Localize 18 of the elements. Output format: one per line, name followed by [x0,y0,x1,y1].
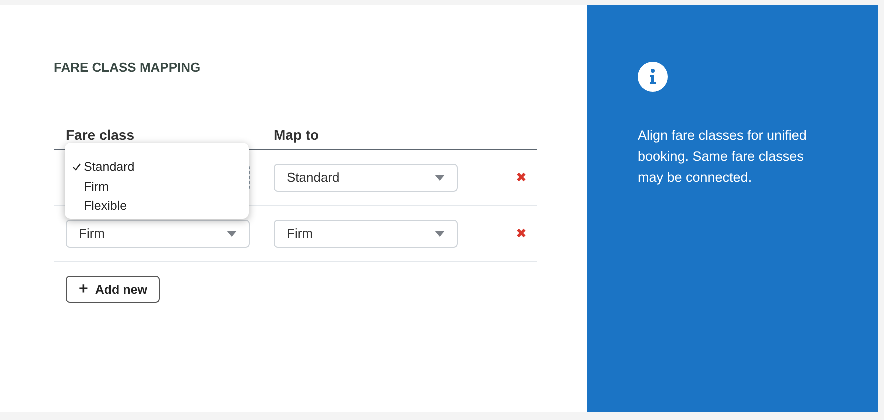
menu-item[interactable]: Standard [65,158,249,177]
menu-item[interactable]: Firm [65,177,249,196]
info-icon [638,62,668,92]
add-new-button[interactable]: + Add new [66,276,160,303]
caret-icon [227,230,237,236]
caret-icon [435,174,445,180]
check-icon [73,163,81,172]
menu-item[interactable]: Flexible [65,196,249,216]
select-field[interactable]: Standard [274,164,458,192]
info-text: Align fare classes for unified booking. Same fare classes may be connected. [638,127,808,187]
section-title: FARE CLASS MAPPING [54,60,202,75]
column-header: Map to [273,127,320,143]
column-header: Fare class [65,127,136,143]
select-field[interactable]: Firm [274,220,458,248]
delete-button[interactable]: ✖ [516,226,527,241]
caret-icon [435,230,445,236]
delete-button[interactable]: ✖ [516,170,527,185]
select-field[interactable]: Firm [66,220,250,248]
